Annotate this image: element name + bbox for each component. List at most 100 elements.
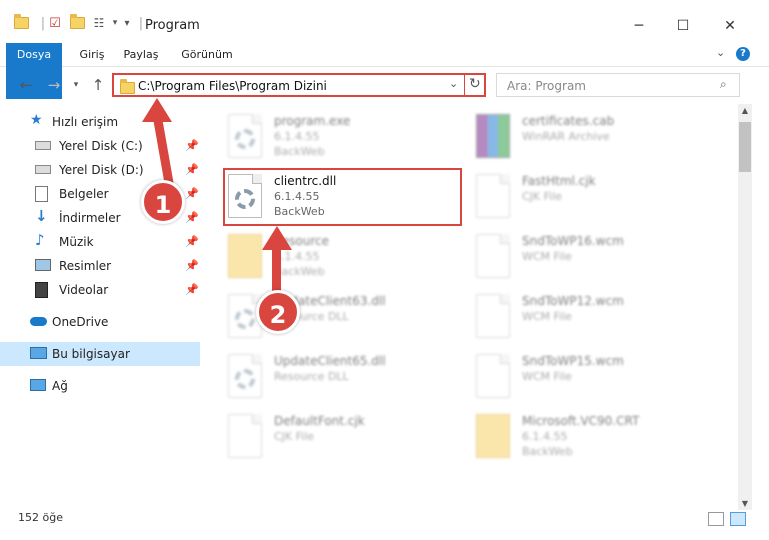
file-type: WCM File	[522, 310, 572, 323]
pin-icon[interactable]: 📌	[185, 283, 199, 296]
minimize-button[interactable]: ─	[624, 14, 654, 38]
pin-icon[interactable]: 📌	[185, 259, 199, 272]
sidebar-item-label: İndirmeler	[59, 211, 121, 225]
sidebar-item-label: Hızlı erişim	[52, 115, 119, 129]
recent-locations-icon[interactable]: ▾	[66, 75, 86, 95]
scroll-up-icon[interactable]: ▲	[738, 106, 752, 115]
file-item[interactable]: certificates.cab WinRAR Archive	[452, 108, 682, 164]
pin-icon[interactable]: 📌	[185, 187, 199, 200]
tiles-view-icon[interactable]	[730, 512, 746, 526]
file-name: SndToWP16.wcm	[522, 234, 624, 248]
callout-badge-2: 2	[256, 290, 300, 334]
file-type: WCM File	[522, 250, 572, 263]
tab-home[interactable]: Giriş	[68, 43, 116, 67]
folder-icon	[120, 79, 135, 94]
file-item[interactable]: Resource 6.1.4.55 BackWeb	[204, 228, 434, 284]
sidebar-item-label: OneDrive	[52, 315, 109, 329]
file-name: DefaultFont.cjk	[274, 414, 365, 428]
file-item[interactable]: Microsoft.VC90.CRT 6.1.4.55 BackWeb	[452, 408, 682, 464]
computer-icon	[30, 347, 47, 359]
exe-icon	[228, 114, 262, 158]
forward-button[interactable]: →	[44, 75, 64, 95]
search-input[interactable]: Ara: Program ⌕	[496, 73, 740, 97]
drive-icon	[35, 165, 51, 174]
sidebar-item-label: Bu bilgisayar	[52, 347, 130, 361]
star-icon: ★	[30, 112, 43, 128]
file-item[interactable]: program.exe 6.1.4.55 BackWeb	[204, 108, 434, 164]
file-icon	[228, 414, 262, 458]
maximize-button[interactable]: ☐	[668, 14, 698, 38]
ribbon: Dosya Giriş Paylaş Görünüm ⌄ ?	[0, 43, 769, 99]
download-icon: ↓	[35, 207, 48, 225]
sidebar-item-network[interactable]: Ağ	[0, 374, 200, 398]
file-icon	[476, 174, 510, 218]
file-name: UpdateClient65.dll	[274, 354, 386, 368]
sidebar-item-videos[interactable]: Videolar 📌	[0, 278, 200, 302]
search-placeholder: Ara: Program	[507, 79, 586, 93]
video-icon	[35, 282, 48, 298]
details-view-icon[interactable]	[708, 512, 724, 526]
new-folder-icon[interactable]	[68, 14, 86, 32]
help-icon[interactable]: ?	[736, 47, 750, 61]
pin-icon[interactable]: 📌	[185, 139, 199, 152]
file-item[interactable]: SndToWP16.wcm WCM File	[452, 228, 682, 284]
sidebar-item-label: Yerel Disk (C:)	[59, 139, 143, 153]
status-bar: 152 öğe	[0, 508, 769, 540]
file-company: BackWeb	[522, 445, 573, 458]
file-name: program.exe	[274, 114, 351, 128]
tab-view[interactable]: Görünüm	[176, 43, 238, 67]
pin-icon[interactable]: 📌	[185, 211, 199, 224]
sidebar-item-label: Müzik	[59, 235, 94, 249]
file-version: 6.1.4.55	[522, 430, 568, 443]
close-button[interactable]: ✕	[715, 14, 745, 38]
pin-icon[interactable]: 📌	[185, 163, 199, 176]
music-icon: ♪	[35, 231, 45, 249]
folder-icon	[476, 414, 510, 458]
file-icon	[476, 294, 510, 338]
back-button[interactable]: ←	[16, 75, 36, 95]
file-type: CJK File	[274, 430, 315, 443]
file-item[interactable]: SndToWP12.wcm WCM File	[452, 288, 682, 344]
up-button[interactable]: ↑	[88, 75, 108, 95]
sidebar-item-local-disk-c[interactable]: Yerel Disk (C:) 📌	[0, 134, 200, 158]
cloud-icon	[30, 317, 47, 326]
file-item[interactable]: SndToWP15.wcm WCM File	[452, 348, 682, 404]
vertical-scrollbar[interactable]: ▲ ▼	[738, 104, 752, 510]
file-name: FastHtml.cjk	[522, 174, 596, 188]
item-count: 152 öğe	[18, 511, 63, 524]
file-item[interactable]: DefaultFont.cjk CJK File	[204, 408, 434, 464]
address-bar[interactable]: C:\Program Files\Program Dizini ⌄ ↻	[112, 73, 486, 97]
chevron-down-icon[interactable]: ⌄	[449, 77, 458, 90]
navigation-bar: ← → ▾ ↑ C:\Program Files\Program Dizini …	[0, 68, 769, 104]
pin-icon[interactable]: 📌	[185, 235, 199, 248]
arrow-head-1	[142, 98, 172, 122]
file-item[interactable]: UpdateClient65.dll Resource DLL	[204, 348, 434, 404]
file-item[interactable]: UpdateClient63.dll Resource DLL	[204, 288, 434, 344]
tab-share[interactable]: Paylaş	[118, 43, 164, 67]
title-bar: | ☑ ☷ ▾ ▾ | Program ─ ☐ ✕	[0, 0, 769, 40]
file-icon	[476, 354, 510, 398]
sidebar-item-label: Belgeler	[59, 187, 109, 201]
scrollbar-thumb[interactable]	[739, 122, 751, 172]
file-company: BackWeb	[274, 265, 325, 278]
file-item[interactable]: FastHtml.cjk CJK File	[452, 168, 682, 224]
properties-icon[interactable]: ☑	[46, 14, 64, 32]
pictures-icon	[35, 259, 51, 271]
file-type: WCM File	[522, 370, 572, 383]
sidebar-item-onedrive[interactable]: OneDrive	[0, 310, 200, 334]
callout-badge-1: 1	[141, 180, 185, 224]
ribbon-expand-icon[interactable]: ⌄	[716, 46, 725, 59]
sidebar-item-pictures[interactable]: Resimler 📌	[0, 254, 200, 278]
file-name: SndToWP15.wcm	[522, 354, 624, 368]
file-type: WinRAR Archive	[522, 130, 610, 143]
refresh-icon[interactable]: ↻	[469, 76, 481, 92]
scroll-down-icon[interactable]: ▼	[738, 499, 752, 508]
highlight-box	[223, 168, 462, 226]
folder-icon	[12, 14, 30, 32]
sidebar-item-music[interactable]: ♪ Müzik 📌	[0, 230, 200, 254]
drive-icon	[35, 141, 51, 150]
sidebar-item-label: Videolar	[59, 283, 109, 297]
divider	[464, 75, 465, 95]
sidebar-item-this-pc[interactable]: Bu bilgisayar	[0, 342, 200, 366]
arrow-head-2	[262, 226, 292, 250]
